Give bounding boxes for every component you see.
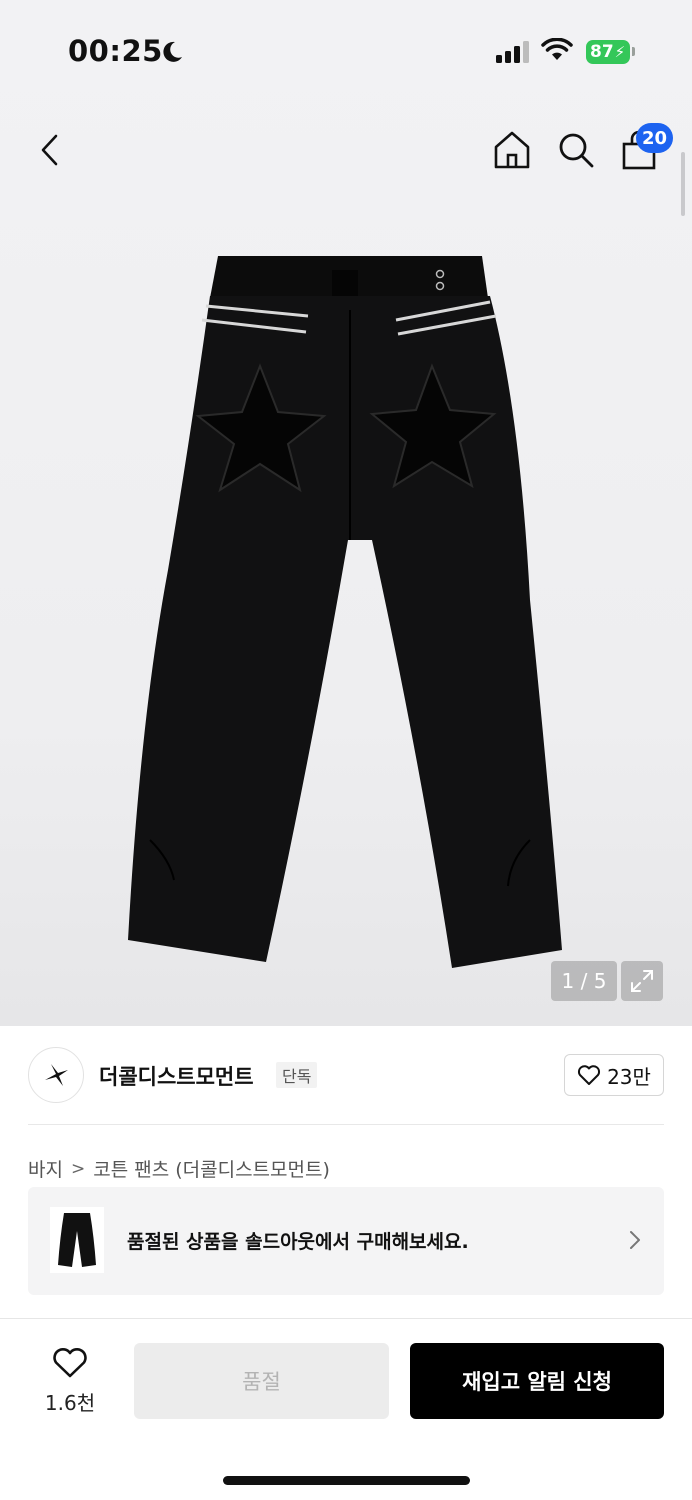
back-icon[interactable]	[32, 130, 72, 170]
brand-logo[interactable]	[28, 1047, 84, 1103]
brand-like-button[interactable]: 23만	[564, 1054, 664, 1096]
battery-level: 87	[590, 42, 614, 62]
moon-icon	[163, 41, 182, 62]
home-icon[interactable]	[492, 129, 532, 171]
exclusive-badge: 단독	[276, 1062, 318, 1088]
brand-row: 더콜디스트모먼트 단독 23만	[28, 1047, 664, 1105]
soldout-message: 품절된 상품을 솔드아웃에서 구매해보세요.	[127, 1231, 469, 1253]
chevron-right-icon	[630, 1231, 640, 1249]
battery-indicator: 87 ⚡	[586, 40, 630, 64]
signal-icon	[496, 41, 529, 63]
expand-icon	[631, 970, 653, 992]
wish-button[interactable]: 1.6천	[40, 1347, 100, 1416]
wish-count: 1.6천	[44, 1391, 96, 1415]
status-bar: 00:25 87 ⚡	[0, 0, 692, 100]
breadcrumb-category[interactable]: 바지	[28, 1155, 63, 1182]
image-counter: 1 / 5	[551, 961, 617, 1001]
product-photo[interactable]	[110, 240, 590, 980]
soldout-banner[interactable]: 품절된 상품을 솔드아웃에서 구매해보세요.	[28, 1187, 664, 1295]
product-thumbnail	[50, 1207, 104, 1273]
brand-logo-icon	[45, 1064, 68, 1086]
brand-like-count: 23만	[607, 1064, 651, 1089]
bottom-action-bar: 1.6천 품절 재입고 알림 신청	[0, 1318, 692, 1500]
breadcrumb: 바지 > 코튼 팬츠 (더콜디스트모먼트)	[28, 1155, 330, 1182]
product-detail-screen: 00:25 87 ⚡ 20 1 / 5 더콜디스트모먼트 단독 23만 바지 >…	[0, 0, 692, 1500]
home-indicator[interactable]	[223, 1476, 470, 1485]
breadcrumb-product[interactable]: 코튼 팬츠 (더콜디스트모먼트)	[93, 1155, 330, 1182]
heart-icon	[53, 1348, 87, 1378]
brand-name[interactable]: 더콜디스트모먼트	[99, 1061, 254, 1091]
soldout-button: 품절	[134, 1343, 389, 1419]
restock-alert-button[interactable]: 재입고 알림 신청	[410, 1343, 664, 1419]
divider	[28, 1124, 664, 1125]
wifi-icon	[541, 38, 573, 60]
breadcrumb-separator: >	[70, 1158, 86, 1179]
cart-count-badge: 20	[636, 123, 674, 153]
battery-cap	[632, 47, 635, 56]
heart-icon	[578, 1065, 601, 1085]
expand-button[interactable]	[621, 961, 663, 1001]
search-icon[interactable]	[556, 130, 596, 170]
top-nav: 20	[0, 120, 692, 180]
status-time: 00:25	[68, 34, 163, 68]
scrollbar[interactable]	[681, 152, 685, 216]
